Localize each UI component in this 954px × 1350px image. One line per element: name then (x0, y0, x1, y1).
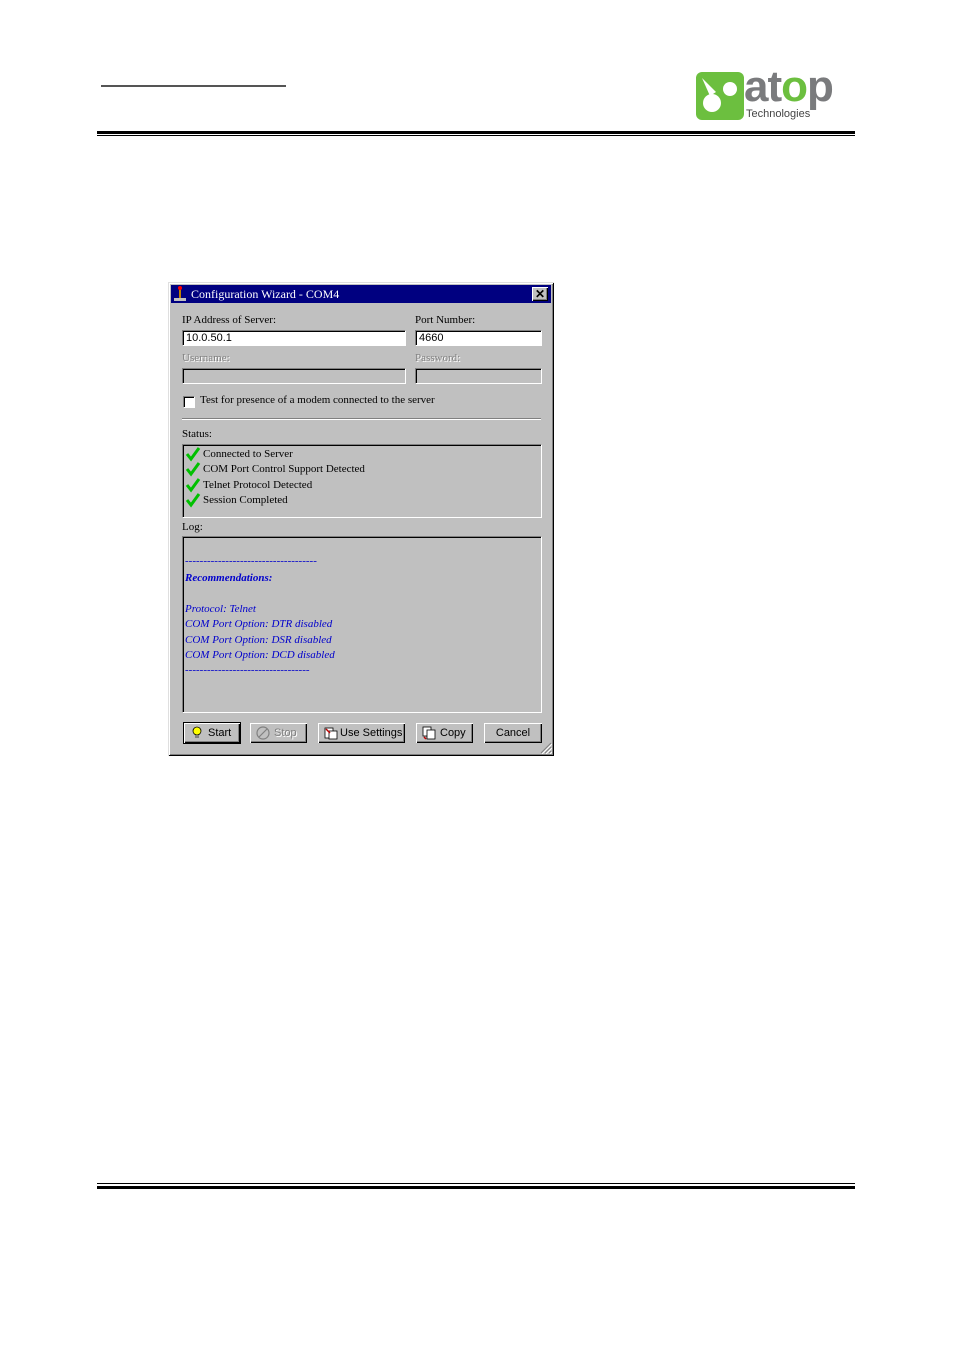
port-number-label: Port Number: (415, 314, 476, 326)
logo-text-end: p (807, 62, 834, 111)
username-input (182, 368, 406, 384)
wizard-icon (174, 286, 186, 301)
modem-test-checkbox[interactable] (183, 396, 195, 408)
port-number-input[interactable]: 4660 (415, 330, 542, 346)
use-settings-button[interactable]: Use Settings (318, 723, 405, 743)
ip-address-input[interactable]: 10.0.50.1 (182, 330, 406, 346)
settings-icon (324, 727, 338, 740)
footer-rule (97, 1186, 855, 1189)
logo-mark-icon (696, 72, 744, 120)
log-line: COM Port Option: DTR disabled (185, 618, 333, 630)
copy-icon (422, 726, 436, 740)
password-label: Password: (415, 352, 461, 364)
dialog-titlebar[interactable]: Configuration Wizard - COM4 ✕ (171, 285, 551, 303)
header-rule-thin (97, 135, 855, 136)
log-label: Log: (182, 521, 203, 533)
green-checkmark-icon (185, 478, 201, 493)
logo-text: at (744, 62, 782, 111)
header-underline (101, 85, 286, 87)
status-label: Status: (182, 428, 212, 440)
copy-button[interactable]: Copy (416, 723, 473, 743)
log-line: COM Port Option: DCD disabled (185, 649, 335, 661)
atop-logo: atop Technologies (696, 62, 856, 124)
green-checkmark-icon (185, 462, 201, 477)
configuration-wizard-dialog: Configuration Wizard - COM4 ✕ IP Address… (168, 282, 554, 756)
stop-icon (256, 726, 270, 740)
modem-test-label[interactable]: Test for presence of a modem connected t… (200, 394, 435, 406)
footer-rule-thin (97, 1183, 855, 1184)
log-line: Recommendations: (185, 572, 273, 584)
dialog-title: Configuration Wizard - COM4 (191, 287, 340, 301)
password-input (415, 368, 542, 384)
log-line: ------------------------------------ (185, 555, 317, 567)
cancel-button[interactable]: Cancel (484, 723, 542, 743)
start-button[interactable]: Start (183, 722, 241, 744)
log-line: Protocol: Telnet (185, 603, 256, 615)
resize-grip-icon[interactable] (540, 742, 552, 754)
stop-button: Stop (250, 723, 307, 743)
lightbulb-icon (192, 726, 202, 738)
status-list: Connected to Server COM Port Control Sup… (182, 444, 542, 518)
close-button[interactable]: ✕ (532, 287, 548, 301)
log-line: ---------------------------------- (185, 664, 310, 676)
logo-tagline: Technologies (746, 108, 811, 120)
green-checkmark-icon (185, 447, 201, 462)
separator (182, 418, 541, 420)
ip-address-label: IP Address of Server: (182, 314, 276, 326)
log-line: COM Port Option: DSR disabled (185, 634, 332, 646)
header-rule (97, 131, 855, 134)
log-box[interactable]: ------------------------------------ Rec… (182, 536, 542, 713)
logo-text-o: o (781, 62, 808, 111)
username-label: Username: (182, 352, 230, 364)
green-checkmark-icon (185, 493, 201, 508)
